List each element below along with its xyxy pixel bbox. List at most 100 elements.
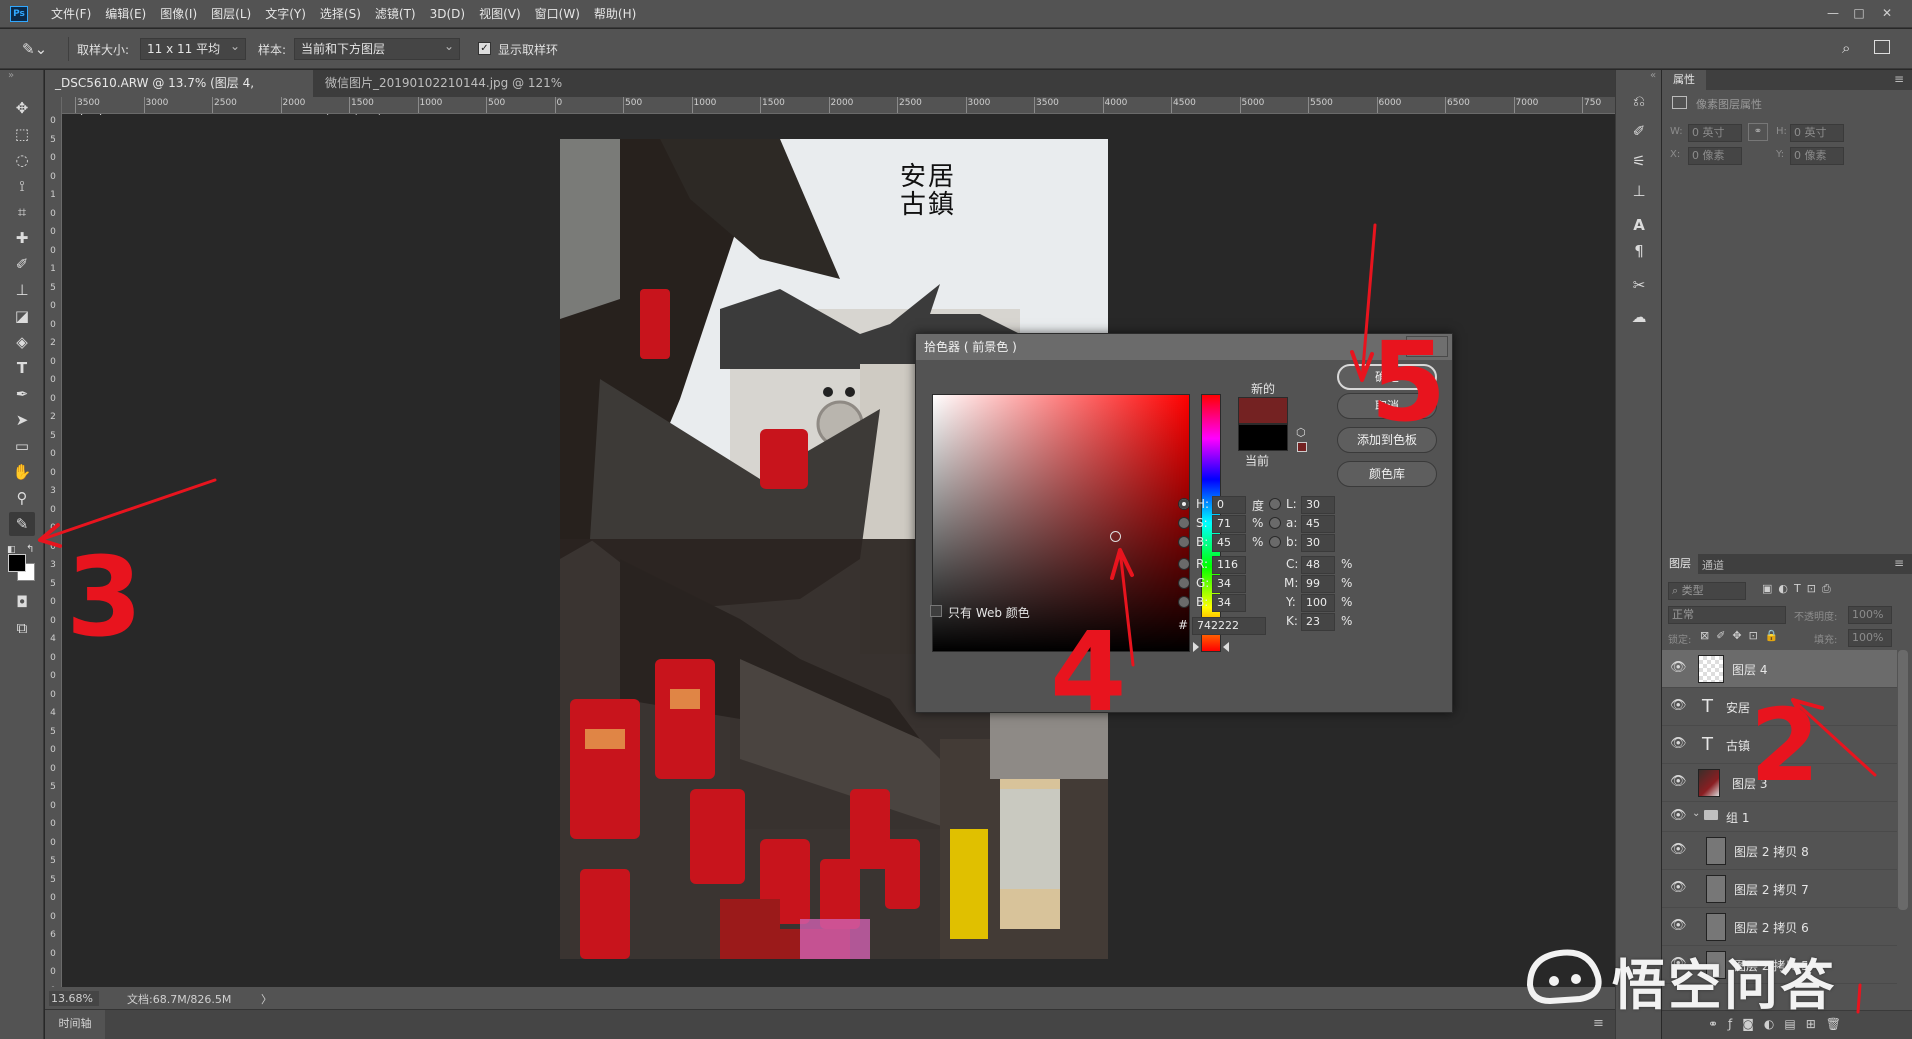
menu-item[interactable]: 编辑(E) [98, 0, 153, 28]
brightness-field[interactable]: 45 [1212, 534, 1246, 552]
ok-button[interactable]: 确定 [1337, 364, 1437, 390]
a-field[interactable]: 45 [1301, 515, 1335, 533]
eraser-tool-icon[interactable]: ◪ [9, 304, 35, 328]
a-radio[interactable] [1269, 517, 1281, 529]
eye-icon[interactable]: 👁 [1670, 842, 1687, 858]
fill-field[interactable]: 100% [1848, 629, 1892, 647]
paint-bucket-icon[interactable]: ◈ [9, 330, 35, 354]
dialog-close-button[interactable]: ✕ [1406, 336, 1448, 357]
menu-item[interactable]: 窗口(W) [528, 0, 587, 28]
dialog-title-bar[interactable]: 拾色器 ( 前景色 ) [916, 334, 1452, 360]
h-field[interactable]: 0 [1212, 496, 1246, 514]
eye-icon[interactable]: 👁 [1670, 736, 1687, 752]
layers-scrollbar[interactable] [1898, 650, 1908, 910]
lasso-tool-icon[interactable]: ◌ [9, 148, 35, 172]
b-field[interactable]: 34 [1212, 594, 1246, 612]
stamp-tool-icon[interactable]: ⊥ [9, 278, 35, 302]
layer-row-copy7[interactable]: 👁 图层 2 拷贝 7 [1662, 870, 1897, 908]
panel-menu-icon[interactable]: ≡ [1894, 72, 1904, 86]
y-field[interactable]: 0 像素 [1790, 147, 1844, 165]
r-field[interactable]: 116 [1212, 556, 1246, 574]
show-ring-checkbox[interactable]: ✓ [478, 42, 491, 55]
character-icon[interactable]: A [1628, 214, 1650, 236]
quick-select-tool-icon[interactable]: ⟟ [9, 174, 35, 198]
type-tool-icon[interactable]: T [9, 356, 35, 380]
menu-item[interactable]: 图像(I) [153, 0, 204, 28]
menu-item[interactable]: 文字(Y) [258, 0, 313, 28]
hex-field[interactable]: 742222 [1192, 617, 1266, 635]
hand-tool-icon[interactable]: ✋ [9, 460, 35, 484]
k-field[interactable]: 23 [1301, 613, 1335, 631]
s-radio[interactable] [1178, 517, 1190, 529]
eyedropper-tool-preset-icon[interactable]: ✎⌄ [22, 37, 56, 61]
l-radio[interactable] [1269, 498, 1281, 510]
color-picker-marker[interactable] [1110, 530, 1122, 542]
menu-item[interactable]: 滤镜(T) [368, 0, 423, 28]
swap-colors-icon[interactable]: ↰ [26, 544, 34, 555]
zoom-tool-icon[interactable]: ⚲ [9, 486, 35, 510]
cancel-button[interactable]: 取消 [1337, 393, 1437, 419]
link-icon[interactable]: ⚭ [1748, 123, 1768, 141]
rectangle-tool-icon[interactable]: ▭ [9, 434, 35, 458]
maximize-button[interactable]: □ [1848, 4, 1870, 22]
path-select-icon[interactable]: ➤ [9, 408, 35, 432]
eye-icon[interactable]: 👁 [1670, 698, 1687, 714]
x-field[interactable]: 0 像素 [1688, 147, 1742, 165]
quick-mask-icon[interactable]: ◘ [9, 590, 35, 614]
brush-settings-icon[interactable]: ✐ [1628, 120, 1650, 142]
layer-row-layer3[interactable]: 👁 图层 3 [1662, 764, 1897, 802]
crop-tool-icon[interactable]: ⌗ [9, 200, 35, 224]
libraries-icon[interactable]: ☁ [1628, 306, 1650, 328]
lock-icons[interactable]: ⊠✐✥⊡🔒 [1700, 629, 1786, 642]
search-icon[interactable]: ⌕ [1842, 39, 1850, 57]
eye-icon[interactable]: 👁 [1670, 660, 1687, 676]
h-field[interactable]: 0 英寸 [1790, 124, 1844, 142]
eye-icon[interactable]: 👁 [1670, 808, 1687, 824]
current-color-swatch[interactable] [1238, 424, 1288, 451]
menu-item[interactable]: 图层(L) [204, 0, 258, 28]
paragraph-icon[interactable]: ¶ [1628, 240, 1650, 262]
tab-layers[interactable]: 图层 [1662, 554, 1698, 574]
g-radio[interactable] [1178, 577, 1190, 589]
collapse-dock-icon[interactable]: « [1650, 70, 1656, 81]
timeline-tab[interactable]: 时间轴 [45, 1010, 105, 1039]
hue-slider-arrow-right[interactable] [1223, 642, 1229, 652]
foreground-color-swatch[interactable] [8, 554, 26, 572]
panel-menu-icon[interactable]: ≡ [1894, 556, 1904, 570]
menu-item[interactable]: 文件(F) [44, 0, 98, 28]
c-field[interactable]: 48 [1301, 556, 1335, 574]
eye-icon[interactable]: 👁 [1670, 880, 1687, 896]
color-libraries-button[interactable]: 颜色库 [1337, 461, 1437, 487]
minimize-button[interactable]: — [1822, 4, 1844, 22]
layer-row-text-anju[interactable]: 👁 T 安居 [1662, 688, 1897, 726]
menu-item[interactable]: 帮助(H) [587, 0, 643, 28]
filter-icons[interactable]: ▣◐T⊡⎙ [1762, 582, 1837, 596]
layer-filter-select[interactable]: ⌕ 类型 [1668, 582, 1746, 600]
eyedropper-tool-icon[interactable]: ✎ [9, 512, 35, 536]
out-of-gamut-cube-icon[interactable]: ⬡ [1296, 426, 1306, 439]
chevron-down-icon[interactable]: ⌄ [1692, 808, 1700, 819]
layer-row-text-guzhen[interactable]: 👁 T 古镇 [1662, 726, 1897, 764]
hue-slider-arrow-left[interactable] [1193, 642, 1199, 652]
history-icon[interactable]: ⎌ [1628, 90, 1650, 112]
brush-tool-icon[interactable]: ✐ [9, 252, 35, 276]
tab-wechat-image[interactable]: 微信图片_20190102210144.jpg @ 121%(RGB/8#) × [315, 70, 605, 117]
sample-size-select[interactable]: 11 x 11 平均 [140, 36, 246, 60]
s-field[interactable]: 71 [1212, 515, 1246, 533]
g-field[interactable]: 34 [1212, 575, 1246, 593]
y-field[interactable]: 100 [1301, 594, 1335, 612]
collapse-toolbar-icon[interactable]: » [8, 70, 14, 81]
web-safe-swatch-icon[interactable] [1297, 442, 1307, 452]
brightness-radio[interactable] [1178, 536, 1190, 548]
web-only-checkbox[interactable] [930, 605, 942, 617]
clone-source-icon[interactable]: ⊥ [1628, 180, 1650, 202]
layer-row-layer4[interactable]: 👁 图层 4 [1662, 650, 1897, 688]
layer-row-copy8[interactable]: 👁 图层 2 拷贝 8 [1662, 832, 1897, 870]
pen-tool-icon[interactable]: ✒ [9, 382, 35, 406]
tool-presets-icon[interactable]: ✂ [1628, 274, 1650, 296]
close-window-button[interactable]: ✕ [1876, 4, 1898, 22]
menu-item[interactable]: 选择(S) [313, 0, 368, 28]
tab-properties[interactable]: 属性 [1662, 70, 1706, 90]
move-tool-icon[interactable]: ✥ [9, 96, 35, 120]
marquee-tool-icon[interactable]: ⬚ [9, 122, 35, 146]
